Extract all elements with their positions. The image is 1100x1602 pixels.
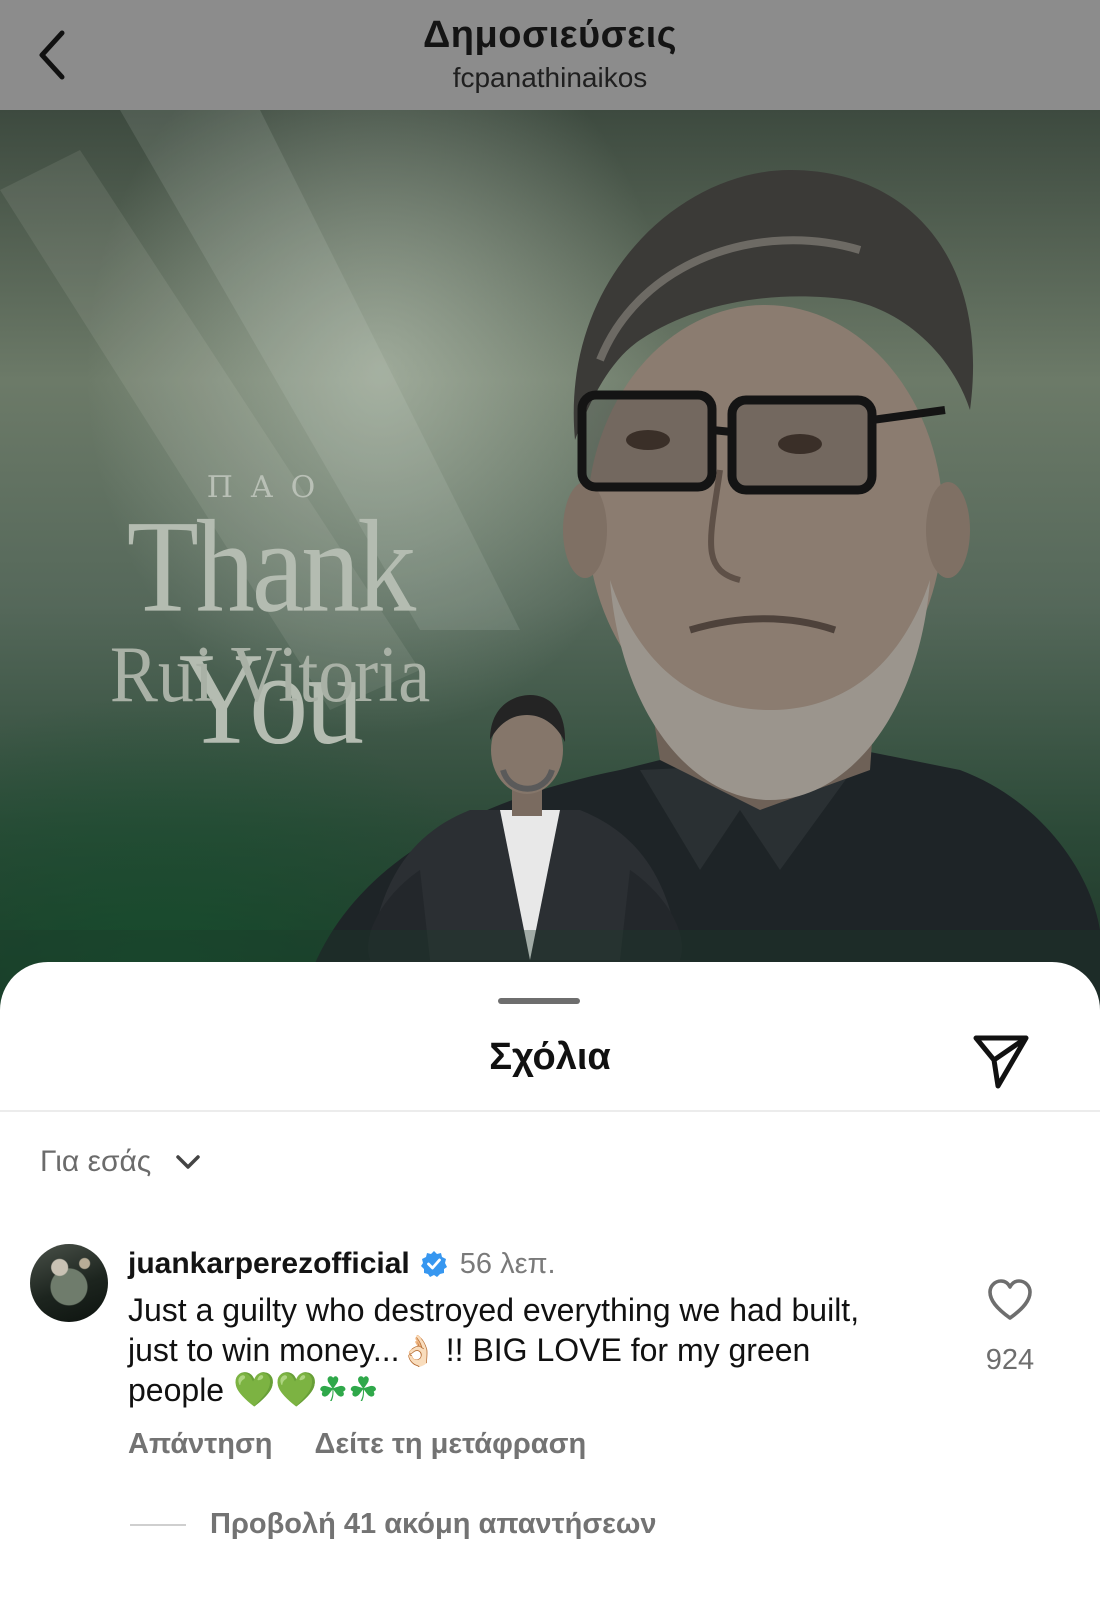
view-more-replies-button[interactable]: Προβολή 41 ακόμη απαντήσεων	[130, 1508, 657, 1541]
page-title: Δημοσιεύσεις	[422, 14, 678, 56]
like-count: 924	[985, 1344, 1035, 1376]
ok-hand-emoji: 👌🏻	[399, 1335, 437, 1368]
comments-sheet: Σχόλια Για εσάς juankarperezofficial 56 …	[0, 962, 1100, 1602]
heart-icon	[988, 1279, 1032, 1320]
chevron-down-icon	[176, 1155, 201, 1169]
comment-filter-dropdown[interactable]: Για εσάς	[40, 1142, 203, 1182]
comment-actions: Απάντηση Δείτε τη μετάφραση	[128, 1428, 586, 1461]
see-translation-button[interactable]: Δείτε τη μετάφραση	[315, 1428, 587, 1461]
comments-title: Σχόλια	[489, 1036, 611, 1078]
like-button[interactable]	[986, 1278, 1034, 1322]
comment-username[interactable]: juankarperezofficial	[128, 1247, 410, 1281]
filter-label: Για εσάς	[40, 1145, 152, 1178]
post-subject-name: Rui Vitoria	[109, 629, 431, 719]
paper-plane-icon	[973, 1035, 1029, 1089]
post-image[interactable]: ΠΑΟ Thank You Rui Vitoria	[0, 110, 1100, 1010]
sheet-divider	[0, 1110, 1100, 1112]
view-more-replies-label: Προβολή 41 ακόμη απαντήσεων	[210, 1508, 657, 1540]
replies-divider-line	[130, 1523, 186, 1526]
comment-header: juankarperezofficial 56 λεπ.	[128, 1244, 556, 1284]
reply-button[interactable]: Απάντηση	[128, 1428, 273, 1461]
share-button[interactable]	[968, 1028, 1032, 1092]
shamrock-emoji: ☘	[348, 1371, 379, 1409]
avatar[interactable]	[30, 1244, 108, 1322]
green-heart-emoji: 💚	[275, 1371, 318, 1409]
top-navigation-bar: Δημοσιεύσεις fcpanathinaikos	[0, 0, 1100, 110]
comment-timestamp: 56 λεπ.	[459, 1247, 556, 1280]
green-heart-emoji: 💚	[232, 1371, 276, 1409]
comment-text: Just a guilty who destroyed everything w…	[128, 1290, 888, 1410]
verified-badge-icon	[420, 1251, 447, 1277]
account-username[interactable]: fcpanathinaikos	[0, 62, 1100, 94]
shamrock-emoji: ☘	[317, 1371, 349, 1409]
sheet-drag-handle[interactable]	[498, 998, 580, 1004]
